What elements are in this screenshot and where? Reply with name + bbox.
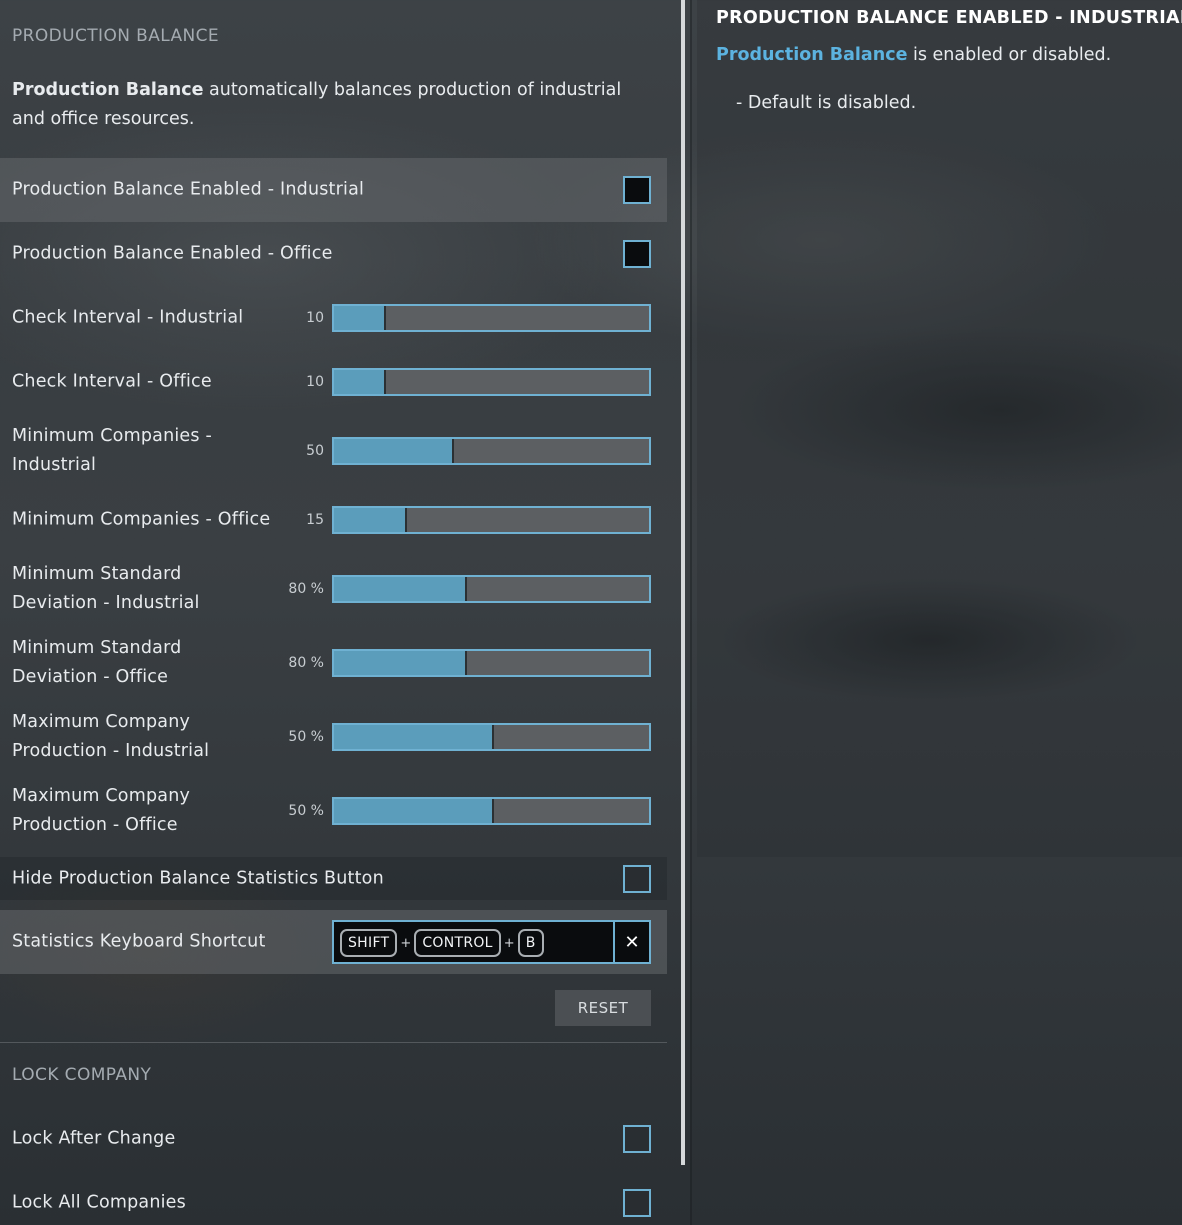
slider-fill bbox=[334, 651, 467, 675]
slider-fill bbox=[334, 799, 493, 823]
slider-fill bbox=[334, 370, 387, 394]
lock-all-companies-checkbox[interactable] bbox=[623, 1189, 651, 1217]
slider-value: 50 % bbox=[288, 803, 324, 819]
setting-label: Minimum Companies - Office bbox=[12, 509, 271, 530]
setting-label: Lock All Companies bbox=[12, 1192, 186, 1213]
shortcut-key: SHIFT bbox=[340, 929, 398, 957]
slider-value: 10 bbox=[306, 310, 324, 326]
slider-fill bbox=[334, 439, 455, 463]
slider-value: 50 % bbox=[288, 729, 324, 745]
slider-value: 50 bbox=[306, 443, 324, 459]
setting-row-slider: Minimum Standard Deviation - Industrial … bbox=[0, 552, 667, 626]
setting-row-slider: Minimum Companies - Office 15 bbox=[0, 488, 667, 552]
intro-bold: Production Balance bbox=[12, 80, 204, 100]
setting-label: Minimum Companies - Industrial bbox=[12, 426, 212, 475]
setting-label: Maximum Company Production - Office bbox=[12, 786, 191, 835]
setting-label: Lock After Change bbox=[12, 1128, 176, 1149]
check-interval-industrial-slider[interactable] bbox=[332, 304, 651, 332]
panel-separator bbox=[690, 0, 692, 1225]
keyboard-shortcut-field[interactable]: SHIFT + CONTROL + B ✕ bbox=[332, 920, 651, 964]
setting-row-hide-stats-button[interactable]: Hide Production Balance Statistics Butto… bbox=[0, 857, 667, 900]
setting-label: Statistics Keyboard Shortcut bbox=[12, 931, 266, 952]
section-title-lock-company: LOCK COMPANY bbox=[12, 1065, 152, 1085]
shortcut-key: CONTROL bbox=[414, 929, 501, 957]
section-divider bbox=[0, 1042, 667, 1043]
min-std-deviation-industrial-slider[interactable] bbox=[332, 575, 651, 603]
slider-fill bbox=[334, 577, 467, 601]
slider-value: 80 % bbox=[288, 581, 324, 597]
setting-row-keyboard-shortcut: Statistics Keyboard Shortcut SHIFT + CON… bbox=[0, 910, 667, 974]
setting-row-lock-after-change[interactable]: Lock After Change bbox=[0, 1107, 667, 1171]
slider-value: 10 bbox=[306, 374, 324, 390]
setting-row-slider: Maximum Company Production - Office 50 % bbox=[0, 774, 667, 848]
close-icon[interactable]: ✕ bbox=[613, 922, 649, 962]
setting-label: Minimum Standard Deviation - Industrial bbox=[12, 564, 200, 613]
minimum-companies-industrial-slider[interactable] bbox=[332, 437, 651, 465]
slider-value: 80 % bbox=[288, 655, 324, 671]
setting-label: Check Interval - Industrial bbox=[12, 307, 244, 328]
slider-value: 15 bbox=[306, 512, 324, 528]
setting-label: Hide Production Balance Statistics Butto… bbox=[12, 868, 384, 888]
enabled-industrial-checkbox[interactable] bbox=[623, 176, 651, 204]
max-company-production-industrial-slider[interactable] bbox=[332, 723, 651, 751]
description-rest: is enabled or disabled. bbox=[907, 45, 1112, 65]
setting-row-lock-all-companies[interactable]: Lock All Companies bbox=[0, 1171, 667, 1225]
max-company-production-office-slider[interactable] bbox=[332, 797, 651, 825]
enabled-office-checkbox[interactable] bbox=[623, 240, 651, 268]
setting-row-enabled-office[interactable]: Production Balance Enabled - Office bbox=[0, 222, 667, 286]
description-text: Production Balance is enabled or disable… bbox=[716, 45, 1111, 65]
setting-row-slider: Check Interval - Industrial 10 bbox=[0, 286, 667, 350]
shortcut-plus: + bbox=[400, 935, 412, 951]
setting-label: Production Balance Enabled - Industrial bbox=[12, 179, 365, 200]
setting-label: Production Balance Enabled - Office bbox=[12, 243, 333, 264]
setting-row-slider: Minimum Companies - Industrial 50 bbox=[0, 414, 667, 488]
setting-label: Check Interval - Office bbox=[12, 371, 212, 392]
setting-label: Minimum Standard Deviation - Office bbox=[12, 638, 182, 687]
setting-row-slider: Check Interval - Office 10 bbox=[0, 350, 667, 414]
shortcut-key: B bbox=[517, 929, 544, 957]
minimum-companies-office-slider[interactable] bbox=[332, 506, 651, 534]
setting-label: Maximum Company Production - Industrial bbox=[12, 712, 210, 761]
setting-row-enabled-industrial[interactable]: Production Balance Enabled - Industrial bbox=[0, 158, 667, 222]
slider-fill bbox=[334, 306, 387, 330]
slider-fill bbox=[334, 508, 407, 532]
shortcut-plus: + bbox=[503, 935, 515, 951]
lock-after-change-checkbox[interactable] bbox=[623, 1125, 651, 1153]
description-accent: Production Balance bbox=[716, 45, 908, 65]
min-std-deviation-office-slider[interactable] bbox=[332, 649, 651, 677]
setting-row-slider: Minimum Standard Deviation - Office 80 % bbox=[0, 626, 667, 700]
description-title: PRODUCTION BALANCE ENABLED - INDUSTRIAL bbox=[716, 8, 1182, 28]
reset-button[interactable]: RESET bbox=[555, 990, 651, 1026]
description-default: - Default is disabled. bbox=[736, 93, 917, 113]
section-intro: Production Balance automatically balance… bbox=[12, 76, 652, 134]
scrollbar[interactable] bbox=[681, 0, 685, 1165]
shortcut-keys: SHIFT + CONTROL + B bbox=[340, 928, 544, 958]
description-panel: PRODUCTION BALANCE ENABLED - INDUSTRIAL … bbox=[697, 0, 1182, 857]
check-interval-office-slider[interactable] bbox=[332, 368, 651, 396]
hide-stats-button-checkbox[interactable] bbox=[623, 864, 651, 893]
settings-panel: PRODUCTION BALANCE Production Balance au… bbox=[0, 0, 667, 1225]
section-title-production-balance: PRODUCTION BALANCE bbox=[12, 26, 220, 46]
setting-row-slider: Maximum Company Production - Industrial … bbox=[0, 700, 667, 774]
slider-fill bbox=[334, 725, 493, 749]
